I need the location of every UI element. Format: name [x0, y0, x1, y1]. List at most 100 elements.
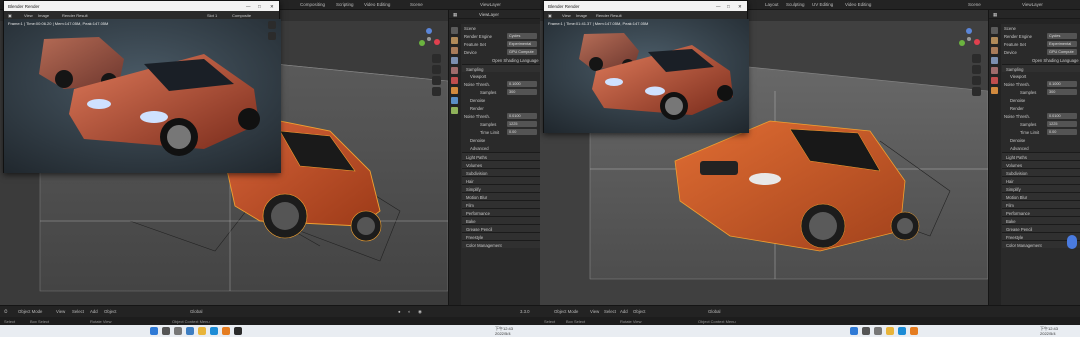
close-icon[interactable]: ✕ [738, 4, 742, 10]
tab-sculpting[interactable]: Sculpting [786, 2, 805, 7]
section-grease-pencil[interactable]: Grease Pencil [462, 224, 540, 232]
slot-select[interactable]: Slot 1 [207, 13, 217, 18]
denoise-render-row[interactable]: Denoise [1002, 136, 1080, 144]
orientation-select[interactable]: Global [190, 309, 202, 314]
floating-assistant-icon[interactable] [1067, 235, 1077, 249]
pan-hand-icon[interactable] [972, 65, 981, 74]
render-samples-field[interactable]: 1225 [507, 121, 537, 127]
section-motion-blur[interactable]: Motion Blur [462, 192, 540, 200]
section-light-paths[interactable]: Light Paths [462, 152, 540, 160]
time-limit-field[interactable]: 0.00 [507, 129, 537, 135]
navigation-gizmo-icon[interactable] [416, 26, 442, 52]
image-name[interactable]: Render Result [596, 13, 622, 18]
device-select[interactable]: GPU Compute [1047, 49, 1077, 55]
pan-hand-icon[interactable] [432, 65, 441, 74]
tab-uv-editing[interactable]: UV Editing [812, 2, 833, 7]
editor-type-icon[interactable]: ▦ [453, 12, 457, 18]
section-hair[interactable]: Hair [1002, 176, 1080, 184]
denoise-viewport-row[interactable]: Denoise [1002, 96, 1080, 104]
section-hair[interactable]: Hair [462, 176, 540, 184]
menu-view[interactable]: View [24, 13, 33, 18]
widgets-icon[interactable] [186, 327, 194, 335]
maximize-icon[interactable]: □ [727, 4, 730, 9]
section-grease-pencil[interactable]: Grease Pencil [1002, 224, 1080, 232]
feature-set-select[interactable]: Experimental [1047, 41, 1077, 47]
section-simplify[interactable]: Simplify [462, 184, 540, 192]
menu-view[interactable]: View [56, 309, 65, 314]
scene-selector[interactable]: Scene [410, 2, 423, 7]
orientation-select[interactable]: Global [708, 309, 720, 314]
menu-add[interactable]: Add [90, 309, 98, 314]
view-layer-selector[interactable]: ViewLayer [480, 2, 501, 7]
render-engine-select[interactable]: Cycles [1047, 33, 1077, 39]
start-icon[interactable] [850, 327, 858, 335]
world-tab-icon[interactable] [451, 77, 458, 84]
close-icon[interactable]: ✕ [270, 4, 274, 10]
render-noise-field[interactable]: 0.0100 [1047, 113, 1077, 119]
menu-image[interactable]: Image [38, 13, 49, 18]
world-tab-icon[interactable] [991, 77, 998, 84]
render-noise-field[interactable]: 0.0100 [507, 113, 537, 119]
viewport-samples-field[interactable]: 300 [507, 89, 537, 95]
minimize-icon[interactable]: — [716, 4, 721, 9]
mode-select[interactable]: Object Mode [554, 309, 578, 314]
menu-view[interactable]: View [590, 309, 599, 314]
osl-checkbox[interactable]: Open Shading Language [1032, 58, 1079, 63]
noise-threshold-field[interactable]: 0.1000 [1047, 81, 1077, 87]
osl-checkbox[interactable]: Open Shading Language [492, 58, 539, 63]
editor-type-icon[interactable]: ▦ [993, 12, 997, 18]
blender-taskbar-icon[interactable] [222, 327, 230, 335]
zoom-icon[interactable] [972, 54, 981, 63]
editor-type-icon[interactable]: ▣ [8, 13, 12, 18]
shading-solid-icon[interactable]: ● [398, 309, 401, 314]
file-explorer-icon[interactable] [198, 327, 206, 335]
advanced-row[interactable]: Advanced [1002, 144, 1080, 152]
render-window[interactable]: Blender Render — □ ✕ ▣ View Image Render… [3, 0, 281, 173]
app-icon[interactable] [234, 327, 242, 335]
render-samples-field[interactable]: 1225 [1047, 121, 1077, 127]
camera-icon[interactable] [432, 76, 441, 85]
edge-browser-icon[interactable] [210, 327, 218, 335]
scene-tab-icon[interactable] [451, 67, 458, 74]
edge-browser-icon[interactable] [898, 327, 906, 335]
image-name[interactable]: Render Result [62, 13, 88, 18]
section-volumes[interactable]: Volumes [462, 160, 540, 168]
render-subsection[interactable]: Render [462, 104, 540, 112]
object-tab-icon[interactable] [451, 87, 458, 94]
maximize-icon[interactable]: □ [258, 4, 261, 9]
advanced-row[interactable]: Advanced [462, 144, 540, 152]
file-explorer-icon[interactable] [886, 327, 894, 335]
material-tab-icon[interactable] [451, 107, 458, 114]
search-icon[interactable] [862, 327, 870, 335]
section-subdivision[interactable]: Subdivision [1002, 168, 1080, 176]
render-subsection[interactable]: Render [1002, 104, 1080, 112]
section-color-management[interactable]: Color Management [462, 240, 540, 248]
section-freestyle[interactable]: Freestyle [462, 232, 540, 240]
modifier-tab-icon[interactable] [451, 97, 458, 104]
section-film[interactable]: Film [1002, 200, 1080, 208]
menu-select[interactable]: Select [72, 309, 84, 314]
render-window[interactable]: Blender Render — □ ✕ ▣ View Image Render… [543, 0, 749, 133]
view-layer-tab-icon[interactable] [991, 57, 998, 64]
sampling-section[interactable]: Sampling [1002, 64, 1080, 72]
tab-video-editing[interactable]: Video Editing [845, 2, 871, 7]
blender-taskbar-icon[interactable] [910, 327, 918, 335]
section-volumes[interactable]: Volumes [1002, 160, 1080, 168]
menu-view[interactable]: View [562, 13, 571, 18]
object-tab-icon[interactable] [991, 87, 998, 94]
section-subdivision[interactable]: Subdivision [462, 168, 540, 176]
pass-select[interactable]: Composite [232, 13, 251, 18]
task-view-icon[interactable] [174, 327, 182, 335]
zoom-icon[interactable] [268, 21, 276, 29]
render-tab-icon[interactable] [991, 37, 998, 44]
scene-tab-icon[interactable] [991, 67, 998, 74]
pan-hand-icon[interactable] [268, 32, 276, 40]
section-performance[interactable]: Performance [462, 208, 540, 216]
tool-tab-icon[interactable] [451, 27, 458, 34]
section-performance[interactable]: Performance [1002, 208, 1080, 216]
zoom-icon[interactable] [432, 54, 441, 63]
noise-threshold-field[interactable]: 0.1000 [507, 81, 537, 87]
denoise-viewport-row[interactable]: Denoise [462, 96, 540, 104]
tab-scripting[interactable]: Scripting [336, 2, 354, 7]
section-motion-blur[interactable]: Motion Blur [1002, 192, 1080, 200]
